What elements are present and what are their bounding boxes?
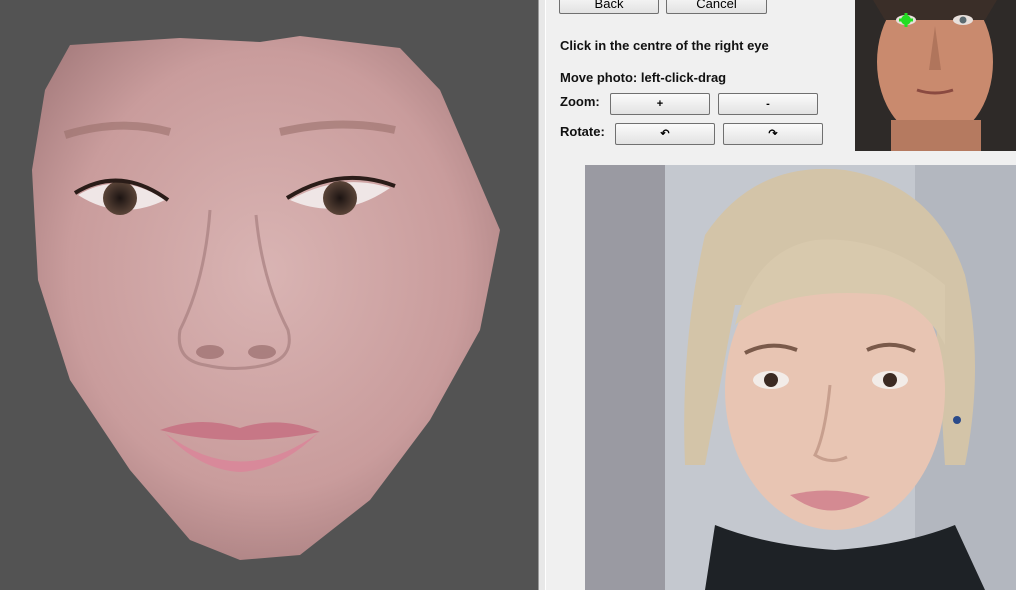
instruction-text: Click in the centre of the right eye xyxy=(560,38,769,53)
move-photo-hint: Move photo: left-click-drag xyxy=(560,70,727,85)
face-mask-render xyxy=(32,36,500,560)
back-button[interactable]: Back xyxy=(559,0,659,14)
rotate-left-button[interactable]: ↶ xyxy=(615,123,715,145)
zoom-in-button[interactable]: + xyxy=(610,93,710,115)
rotate-cw-icon: ↷ xyxy=(768,127,778,140)
minus-icon: - xyxy=(766,97,770,110)
panel-splitter[interactable] xyxy=(538,0,546,590)
reference-face-thumbnail xyxy=(855,0,1016,151)
rotate-label: Rotate: xyxy=(560,124,605,139)
zoom-label: Zoom: xyxy=(560,94,600,109)
rotate-right-button[interactable]: ↷ xyxy=(723,123,823,145)
cancel-button[interactable]: Cancel xyxy=(666,0,767,14)
control-panel: Back Cancel Click in the centre of the r… xyxy=(546,0,1016,590)
portrait-photo[interactable] xyxy=(585,165,1016,590)
face-preview-viewport[interactable] xyxy=(0,0,538,590)
zoom-out-button[interactable]: - xyxy=(718,93,818,115)
plus-icon: + xyxy=(656,97,664,110)
rotate-ccw-icon: ↶ xyxy=(660,127,670,140)
